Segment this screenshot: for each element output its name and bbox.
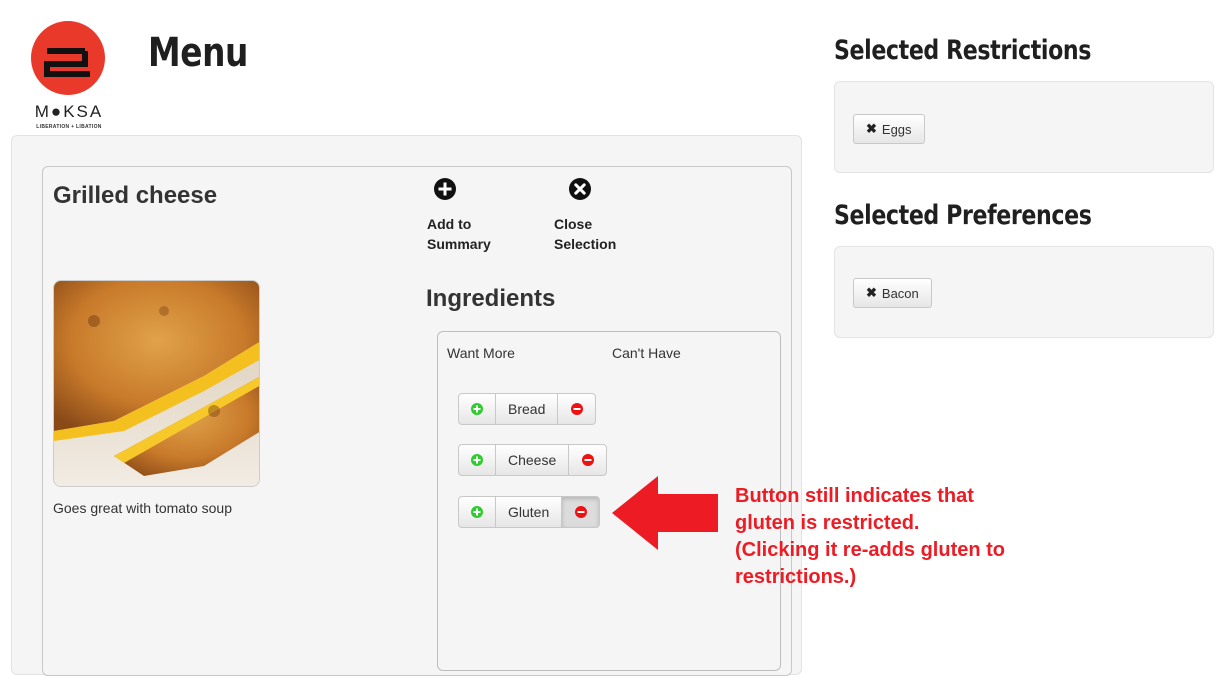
moksa-logo-icon <box>31 21 105 95</box>
close-selection-label: Close Selection <box>554 216 617 252</box>
grilled-cheese-photo <box>54 281 259 486</box>
want-more-gluten-button[interactable] <box>459 497 496 527</box>
preferences-title: Selected Preferences <box>834 200 1092 231</box>
want-more-bread-button[interactable] <box>459 394 496 424</box>
ingredient-cheese-group: Cheese <box>458 444 608 476</box>
ingredient-label: Gluten <box>496 497 563 527</box>
minus-circle-icon <box>570 403 583 415</box>
cant-have-cheese-button[interactable] <box>569 445 606 475</box>
brand-name: M●KSA <box>34 102 104 121</box>
add-to-summary-label: Add to Summary <box>427 216 491 252</box>
dish-description: Goes great with tomato soup <box>53 500 232 516</box>
plus-circle-icon <box>471 454 483 466</box>
cant-have-bread-button[interactable] <box>558 394 595 424</box>
close-circle-icon <box>569 178 591 200</box>
plus-circle-icon <box>471 403 483 415</box>
dish-image <box>53 280 260 487</box>
restrictions-title: Selected Restrictions <box>834 35 1092 66</box>
ingredient-label: Cheese <box>496 445 570 475</box>
moksa-logo[interactable]: M●KSA LIBERATION + LIBATION <box>27 20 111 134</box>
ingredients-title: Ingredients <box>426 285 556 312</box>
restriction-tag-eggs[interactable]: ✖ Eggs <box>853 114 925 144</box>
plus-circle-icon <box>471 506 483 518</box>
remove-x-icon: ✖ <box>866 121 877 136</box>
want-more-cheese-button[interactable] <box>459 445 496 475</box>
close-selection-button[interactable]: Close Selection <box>554 177 616 254</box>
restriction-tag-label: Eggs <box>881 121 912 137</box>
cant-have-label: Can't Have <box>612 345 681 361</box>
want-more-label: Want More <box>447 345 515 361</box>
ingredient-gluten-group: Gluten <box>458 496 601 528</box>
cant-have-gluten-button[interactable] <box>562 497 600 527</box>
ingredient-label: Bread <box>496 394 559 424</box>
minus-circle-icon <box>574 506 587 518</box>
add-to-summary-button[interactable]: Add to Summary <box>427 177 491 254</box>
plus-circle-icon <box>434 178 456 200</box>
brand-tagline: LIBERATION + LIBATION <box>36 124 102 130</box>
annotation-arrow-icon <box>612 476 718 550</box>
preference-tag-label: Bacon <box>881 285 919 301</box>
remove-x-icon: ✖ <box>866 285 877 300</box>
dish-title: Grilled cheese <box>53 182 218 209</box>
annotation-text: Button still indicates that gluten is re… <box>735 485 1006 588</box>
minus-circle-icon <box>581 454 594 466</box>
preference-tag-bacon[interactable]: ✖ Bacon <box>853 278 932 308</box>
page-title: Menu <box>148 30 248 76</box>
ingredient-bread-group: Bread <box>458 393 597 425</box>
